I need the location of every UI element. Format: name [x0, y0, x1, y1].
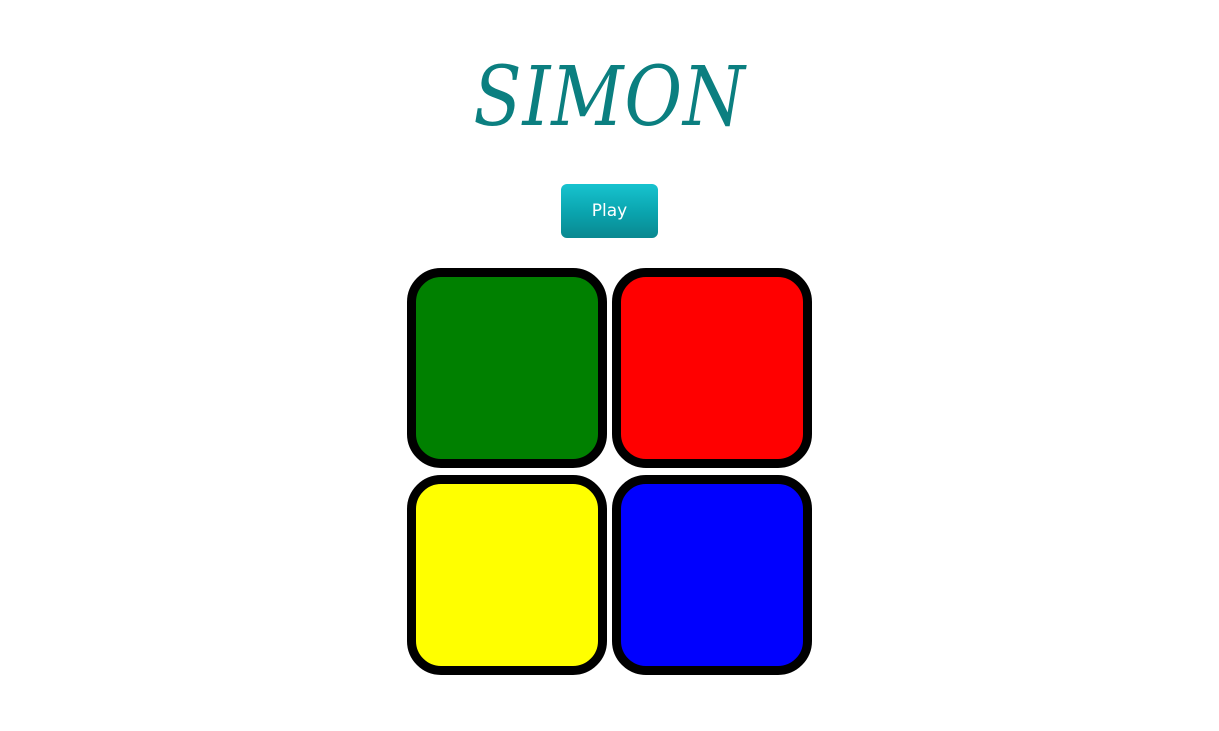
game-title: SIMON — [473, 50, 746, 145]
simon-game: SIMON Play — [0, 0, 1219, 731]
blue-pad[interactable] — [612, 475, 812, 675]
play-button[interactable]: Play — [561, 184, 658, 238]
green-pad[interactable] — [407, 268, 607, 468]
yellow-pad[interactable] — [407, 475, 607, 675]
red-pad[interactable] — [612, 268, 812, 468]
